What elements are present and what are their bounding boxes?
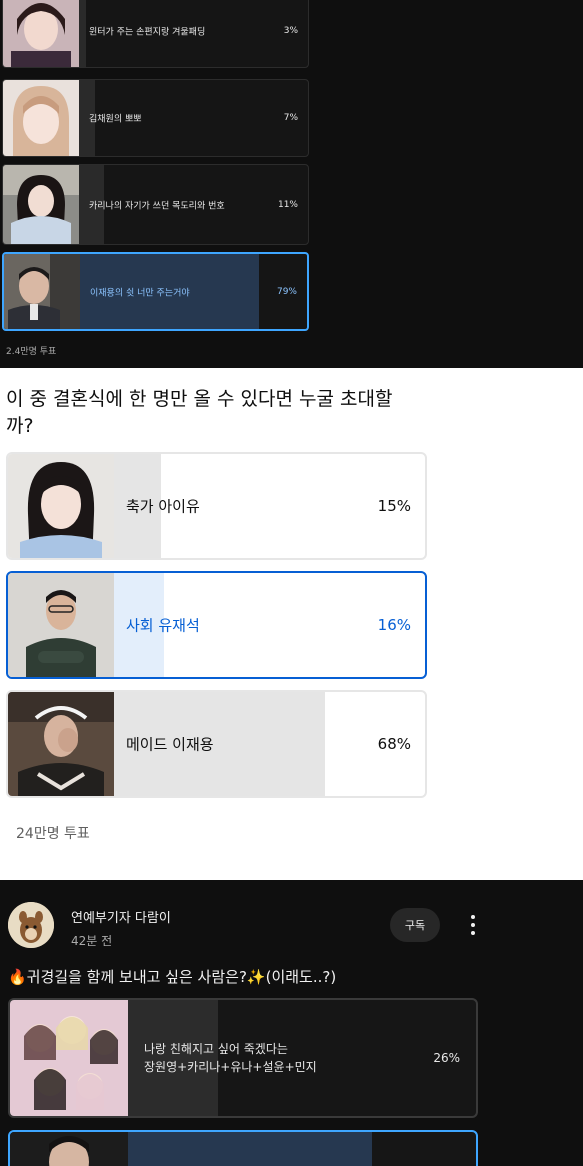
post-poll-option-1[interactable]: 나랑 친해지고 싶어 죽겠다는 장원영+카리나+유나+설윤+민지 26% <box>8 998 478 1118</box>
option-label: 카리나의 자기가 쓰던 목도리와 번호 <box>89 201 225 211</box>
more-options-icon[interactable] <box>463 910 483 940</box>
vote-bar <box>128 1132 372 1166</box>
poll-1-option-4-selected[interactable]: 이재용의 쉿 너만 주는거야 79% <box>2 252 309 331</box>
option-label: 이재용의 쉿 너만 주는거야 <box>90 288 190 298</box>
option-thumbnail <box>3 165 79 244</box>
option-percent: 7% <box>283 113 298 123</box>
option-thumbnail <box>10 1000 128 1116</box>
option-label: 메이드 이재용 <box>126 735 214 754</box>
vote-bar <box>79 0 86 67</box>
channel-name[interactable]: 연예부기자 다람이 <box>71 907 171 926</box>
post-text: 🔥귀경길을 함께 보내고 싶은 사람은?✨(이래도..?) <box>8 968 337 986</box>
option-label: 축가 아이유 <box>126 497 200 516</box>
option-percent: 26% <box>433 1051 460 1065</box>
poll-2-option-1[interactable]: 축가 아이유 15% <box>6 452 427 560</box>
option-label: 윈터가 주는 손편지랑 겨울패딩 <box>89 27 206 38</box>
option-percent: 11% <box>277 199 298 210</box>
option-percent: 16% <box>377 616 411 634</box>
vote-count: 24만명 투표 <box>16 826 90 842</box>
option-label-line-2: 장원영+카리나+유나+설윤+민지 <box>144 1060 317 1074</box>
option-percent: 79% <box>276 286 297 297</box>
post-poll-option-2-selected[interactable] <box>8 1130 478 1166</box>
vote-count: 2.4만명 투표 <box>6 347 57 357</box>
poll-question: 이 중 결혼식에 한 명만 올 수 있다면 누굴 초대할까? <box>6 388 393 437</box>
option-percent: 15% <box>377 497 411 515</box>
channel-avatar[interactable] <box>8 902 54 948</box>
option-percent: 68% <box>377 735 411 753</box>
option-label: 김채원의 뽀뽀 <box>89 114 142 125</box>
option-thumbnail <box>3 80 79 156</box>
poll-1-option-3[interactable]: 카리나의 자기가 쓰던 목도리와 번호 11% <box>2 164 309 245</box>
option-thumbnail <box>4 254 80 329</box>
option-thumbnail <box>8 692 114 796</box>
poll-1-option-2[interactable]: 김채원의 뽀뽀 7% <box>2 79 309 157</box>
poll-2-section: 이 중 결혼식에 한 명만 올 수 있다면 누굴 초대할까? 축가 아이유 15… <box>0 368 583 880</box>
option-thumbnail <box>10 1132 128 1166</box>
option-thumbnail <box>3 0 79 67</box>
subscribe-button[interactable]: 구독 <box>390 908 440 942</box>
poll-1-section: 윈터가 주는 손편지랑 겨울패딩 3% 김채원의 뽀뽀 7% 카리나의 자기가 … <box>0 0 583 368</box>
poll-1-option-1[interactable]: 윈터가 주는 손편지랑 겨울패딩 3% <box>2 0 309 68</box>
option-label-line-1: 나랑 친해지고 싶어 죽겠다는 <box>144 1042 288 1056</box>
option-label: 나랑 친해지고 싶어 죽겠다는 장원영+카리나+유나+설윤+민지 <box>144 1040 317 1076</box>
option-thumbnail <box>8 573 114 677</box>
poll-2-option-3[interactable]: 메이드 이재용 68% <box>6 690 427 798</box>
option-label: 사회 유재석 <box>126 616 200 635</box>
option-percent: 3% <box>283 26 298 36</box>
community-post: 연예부기자 다람이 42분 전 구독 🔥귀경길을 함께 보내고 싶은 사람은?✨… <box>0 880 583 1166</box>
option-thumbnail <box>8 454 114 558</box>
post-time: 42분 전 <box>71 934 113 948</box>
poll-2-option-2-selected[interactable]: 사회 유재석 16% <box>6 571 427 679</box>
